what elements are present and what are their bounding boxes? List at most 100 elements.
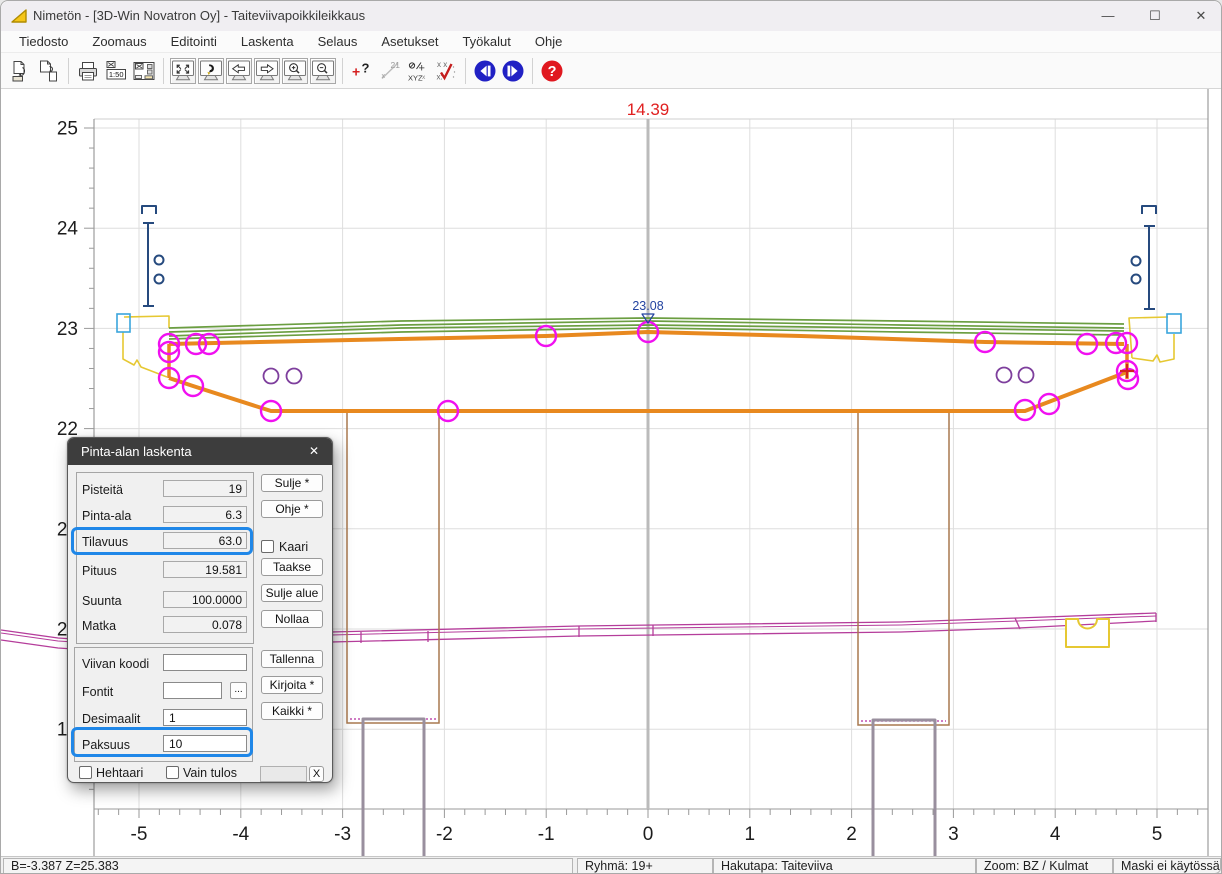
plot-layout-icon[interactable]: [131, 58, 157, 84]
field-label-desimaalit: Desimaalit: [82, 712, 140, 726]
minimize-icon[interactable]: —: [1086, 1, 1130, 31]
field-label-matka: Matka: [82, 619, 116, 633]
x-tick-label: 0: [643, 824, 654, 845]
point-marker: [264, 369, 279, 384]
menu-item-4[interactable]: Selaus: [306, 31, 370, 52]
field-label-suunta: Suunta: [82, 594, 122, 608]
field-label-pinta-ala: Pinta-ala: [82, 509, 131, 523]
field-input-paksuus[interactable]: 10: [163, 735, 247, 752]
menu-item-7[interactable]: Ohje: [523, 31, 574, 52]
dialog-title: Pinta-alan laskenta: [81, 444, 192, 459]
pan-tool-icon[interactable]: [198, 58, 224, 84]
field-value-matka[interactable]: 0.078: [163, 616, 247, 633]
barrier-dot: [155, 275, 164, 284]
toolbar-separator: [532, 58, 533, 84]
field-label-fontit: Fontit: [82, 685, 113, 699]
svg-text:?: ?: [362, 60, 370, 75]
vain-tulos-label: Vain tulos: [183, 766, 237, 780]
dialog-title-bar[interactable]: Pinta-alan laskenta ✕: [68, 438, 332, 465]
scale-icon[interactable]: 1:50: [103, 58, 129, 84]
zoom-fit-icon[interactable]: [170, 58, 196, 84]
x-tick-label: -4: [232, 824, 249, 845]
menu-item-6[interactable]: Työkalut: [450, 31, 522, 52]
field-value-pisteit[interactable]: 19: [163, 480, 247, 497]
approve-check-icon[interactable]: x xx:: [433, 58, 459, 84]
kirjoita-button[interactable]: Kirjoita *: [261, 676, 323, 694]
field-label-tilavuus: Tilavuus: [82, 535, 128, 549]
toolbar-separator: [465, 58, 466, 84]
file-write-icon[interactable]: [36, 58, 62, 84]
x-tick-label: 4: [1050, 824, 1061, 845]
field-value-pituus[interactable]: 19.581: [163, 561, 247, 578]
app-window: Nimetön - [3D-Win Novatron Oy] - Taitevi…: [0, 0, 1222, 874]
field-value-suunta[interactable]: 100.0000: [163, 591, 247, 608]
x-tick-label: 3: [948, 824, 959, 845]
status-coordinates: B=-3.387 Z=25.383: [3, 858, 573, 874]
print-icon[interactable]: [75, 58, 101, 84]
marker-square-right: [1167, 314, 1181, 333]
vain-tulos-checkbox[interactable]: [166, 766, 179, 779]
field-input-fontit[interactable]: [163, 682, 222, 699]
pile-column-left: [363, 719, 424, 856]
maximize-icon[interactable]: ☐: [1133, 1, 1177, 31]
kaari-checkbox[interactable]: [261, 540, 274, 553]
pile-column-right: [873, 720, 935, 856]
sulje-alue-button[interactable]: Sulje alue: [261, 584, 323, 602]
menu-item-1[interactable]: Zoomaus: [80, 31, 158, 52]
point-number-icon[interactable]: x21: [377, 58, 403, 84]
svg-text:XYZ: XYZ: [408, 73, 423, 82]
menu-item-2[interactable]: Editointi: [159, 31, 229, 52]
toolbar-separator: [68, 58, 69, 84]
menu-item-5[interactable]: Asetukset: [369, 31, 450, 52]
app-logo-icon: [10, 7, 28, 25]
y-tick-label: 24: [57, 219, 79, 240]
svg-text:x x: x x: [437, 60, 447, 69]
field-input-desimaalit[interactable]: 1: [163, 709, 247, 726]
x-tick-label: 5: [1152, 824, 1163, 845]
sulje-button[interactable]: Sulje *: [261, 474, 323, 492]
menu-item-3[interactable]: Laskenta: [229, 31, 306, 52]
help-icon[interactable]: ?: [539, 58, 565, 84]
prev-arrow-icon[interactable]: [226, 58, 252, 84]
culvert-symbol: [1066, 619, 1109, 647]
point-marker: [287, 369, 302, 384]
x-tick-label: -2: [436, 824, 453, 845]
next-arrow-icon[interactable]: [254, 58, 280, 84]
coords-xyz-icon[interactable]: +XYZx: [405, 58, 431, 84]
field-input-viivan-koodi[interactable]: [163, 654, 247, 671]
point-marker: [997, 368, 1012, 383]
status-group: Ryhmä: 19+: [577, 858, 713, 874]
existing-structure-right: [1132, 334, 1174, 362]
mini-close-button[interactable]: X: [309, 766, 324, 782]
tallenna-button[interactable]: Tallenna: [261, 650, 323, 668]
menu-item-0[interactable]: Tiedosto: [7, 31, 80, 52]
window-title: Nimetön - [3D-Win Novatron Oy] - Taitevi…: [33, 8, 365, 23]
field-value-tilavuus[interactable]: 63.0: [163, 532, 247, 549]
taakse-button[interactable]: Taakse: [261, 558, 323, 576]
status-bar: B=-3.387 Z=25.383 Ryhmä: 19+ Hakutapa: T…: [1, 856, 1221, 874]
nollaa-button[interactable]: Nollaa: [261, 610, 323, 628]
toolbar: 1:50+?x21+XYZxx xx:?: [1, 53, 1221, 89]
field-value-pinta-ala[interactable]: 6.3: [163, 506, 247, 523]
ohje-button[interactable]: Ohje *: [261, 500, 323, 518]
close-icon[interactable]: ✕: [1179, 1, 1222, 31]
title-bar: Nimetön - [3D-Win Novatron Oy] - Taitevi…: [1, 1, 1221, 31]
dialog-close-icon[interactable]: ✕: [304, 442, 324, 461]
barrier-bracket-right: [1142, 206, 1156, 214]
svg-text:+: +: [352, 63, 360, 79]
station-label: 14.39: [627, 100, 670, 119]
field-label-viivan-koodi: Viivan koodi: [82, 657, 149, 671]
toolbar-separator: [342, 58, 343, 84]
x-tick-label: 1: [745, 824, 756, 845]
zoom-out-icon[interactable]: [310, 58, 336, 84]
field-label-pituus: Pituus: [82, 564, 117, 578]
add-point-icon[interactable]: +?: [349, 58, 375, 84]
nav-next-icon[interactable]: [500, 58, 526, 84]
hehtaari-checkbox[interactable]: [79, 766, 92, 779]
kaikki-button[interactable]: Kaikki *: [261, 702, 323, 720]
browse-button[interactable]: ...: [230, 682, 247, 699]
file-read-icon[interactable]: [8, 58, 34, 84]
zoom-in-icon[interactable]: [282, 58, 308, 84]
y-tick-label: 25: [57, 119, 78, 140]
nav-prev-icon[interactable]: [472, 58, 498, 84]
